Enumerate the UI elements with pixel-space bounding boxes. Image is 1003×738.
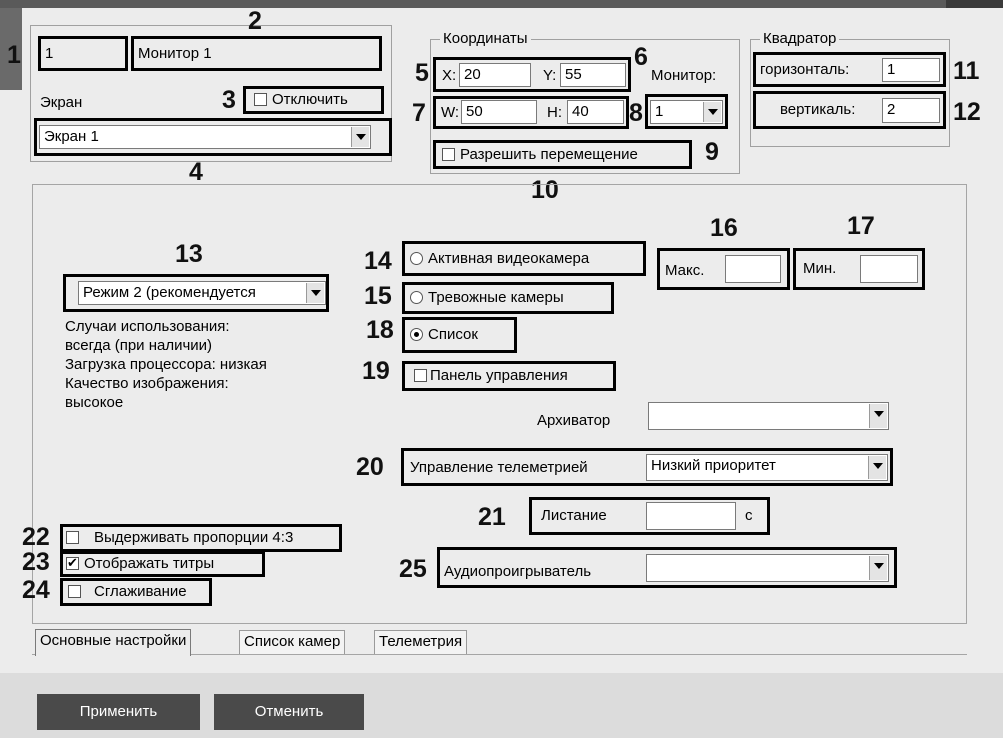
titles-label: Отображать титры bbox=[84, 555, 215, 572]
aspect-label: Выдерживать пропорции 4:3 bbox=[94, 529, 294, 546]
mode-description-line-5: высокое bbox=[65, 394, 124, 411]
h-input[interactable]: 40 bbox=[567, 100, 624, 124]
control-panel-label: Панель управления bbox=[430, 367, 568, 384]
callout-16: 16 bbox=[710, 214, 738, 242]
control-panel-checkbox[interactable] bbox=[414, 369, 427, 382]
h-label: H: bbox=[547, 104, 562, 121]
telemetry-select-value: Низкий приоритет bbox=[651, 457, 776, 474]
chevron-down-icon[interactable] bbox=[703, 102, 721, 122]
callout-25: 25 bbox=[399, 555, 427, 583]
callout-6: 6 bbox=[634, 43, 648, 71]
chevron-down-icon[interactable] bbox=[351, 127, 369, 147]
audio-label: Аудиопроигрыватель bbox=[444, 563, 592, 580]
callout-18: 18 bbox=[366, 316, 394, 344]
list-label: Список bbox=[428, 326, 478, 343]
mode-description-line-1: Случаи использования: bbox=[65, 318, 230, 335]
callout-19: 19 bbox=[362, 357, 390, 385]
min-label: Мин. bbox=[803, 260, 837, 277]
alarm-cameras-radio[interactable] bbox=[410, 291, 423, 304]
w-label: W: bbox=[441, 104, 460, 121]
callout-14: 14 bbox=[364, 247, 392, 275]
chevron-down-icon[interactable] bbox=[869, 404, 887, 428]
callout-2: 2 bbox=[248, 7, 262, 35]
callout-8: 8 bbox=[629, 99, 643, 127]
telemetry-label: Управление телеметрией bbox=[410, 459, 588, 476]
callout-21: 21 bbox=[478, 503, 506, 531]
mode-description-line-2: всегда (при наличии) bbox=[65, 337, 213, 354]
chevron-down-icon[interactable] bbox=[868, 456, 886, 479]
chevron-down-icon[interactable] bbox=[869, 556, 887, 580]
mode-description-line-3: Загрузка процессора: низкая bbox=[65, 356, 267, 373]
window-top-strip bbox=[0, 0, 1003, 8]
y-input[interactable]: 55 bbox=[560, 63, 626, 87]
x-input[interactable]: 20 bbox=[459, 63, 531, 87]
scroll-unit: с bbox=[745, 507, 753, 524]
horizontal-label: горизонталь: bbox=[760, 61, 850, 78]
monitor-number-select[interactable]: 1 bbox=[650, 100, 723, 124]
disable-screen-checkbox[interactable] bbox=[254, 93, 267, 106]
quadrator-legend: Квадратор bbox=[760, 31, 840, 47]
aspect-checkbox[interactable] bbox=[66, 531, 79, 544]
monitor-number-value: 1 bbox=[655, 103, 664, 120]
callout-4: 4 bbox=[189, 158, 203, 186]
cancel-button[interactable]: Отменить bbox=[214, 694, 364, 730]
apply-button[interactable]: Применить bbox=[37, 694, 200, 730]
smoothing-checkbox[interactable] bbox=[68, 585, 81, 598]
callout-22: 22 bbox=[22, 523, 50, 551]
alarm-cameras-label: Тревожные камеры bbox=[428, 289, 564, 306]
callout-9: 9 bbox=[705, 138, 719, 166]
callout-17: 17 bbox=[847, 212, 875, 240]
archiver-select[interactable] bbox=[648, 402, 889, 430]
tab-telemetry[interactable]: Телеметрия bbox=[374, 630, 468, 654]
min-input[interactable] bbox=[860, 255, 918, 283]
screen-select[interactable]: Экран 1 bbox=[39, 125, 371, 149]
w-input[interactable]: 50 bbox=[461, 100, 537, 124]
callout-7: 7 bbox=[412, 99, 426, 127]
callout-1: 1 bbox=[7, 41, 21, 69]
archiver-label: Архиватор bbox=[537, 412, 611, 429]
active-camera-label: Активная видеокамера bbox=[428, 250, 590, 267]
mode-select[interactable]: Режим 2 (рекомендуется bbox=[78, 281, 326, 305]
callout-15: 15 bbox=[364, 282, 392, 310]
horizontal-input[interactable]: 1 bbox=[882, 58, 940, 82]
callout-20: 20 bbox=[356, 453, 384, 481]
scroll-label: Листание bbox=[541, 507, 607, 524]
callout-13: 13 bbox=[175, 240, 203, 268]
y-label: Y: bbox=[543, 67, 557, 84]
x-label: X: bbox=[442, 67, 457, 84]
callout-5: 5 bbox=[415, 59, 429, 87]
screen-label: Экран bbox=[40, 94, 83, 111]
mode-select-value: Режим 2 (рекомендуется bbox=[83, 284, 256, 301]
monitor-name-input[interactable]: Монитор 1 bbox=[138, 45, 212, 63]
vertical-input[interactable]: 2 bbox=[882, 98, 940, 123]
smoothing-label: Сглаживание bbox=[94, 583, 187, 600]
window-corner-buttons bbox=[946, 0, 1003, 8]
disable-screen-label: Отключить bbox=[272, 91, 348, 108]
chevron-down-icon[interactable] bbox=[306, 283, 324, 303]
mode-description-line-4: Качество изображения: bbox=[65, 375, 229, 392]
list-radio[interactable] bbox=[410, 328, 423, 341]
telemetry-select[interactable]: Низкий приоритет bbox=[646, 454, 888, 481]
callout-11: 11 bbox=[953, 57, 980, 85]
tab-main-settings[interactable]: Основные настройки bbox=[35, 629, 192, 656]
max-label: Макс. bbox=[665, 262, 705, 279]
audio-select[interactable] bbox=[646, 554, 889, 582]
allow-move-label: Разрешить перемещение bbox=[460, 146, 638, 163]
active-camera-radio[interactable] bbox=[410, 252, 423, 265]
monitor-id-input[interactable]: 1 bbox=[45, 45, 53, 63]
tab-camera-list[interactable]: Список камер bbox=[239, 630, 346, 654]
allow-move-checkbox[interactable] bbox=[442, 148, 455, 161]
callout-12: 12 bbox=[953, 98, 981, 126]
coordinates-legend: Координаты bbox=[440, 31, 531, 47]
callout-24: 24 bbox=[22, 576, 50, 604]
callout-3: 3 bbox=[222, 86, 236, 114]
monitor-number-label: Монитор: bbox=[651, 67, 717, 84]
scroll-input[interactable] bbox=[646, 502, 736, 530]
callout-23: 23 bbox=[22, 548, 50, 576]
vertical-label: вертикаль: bbox=[780, 101, 856, 118]
screen-select-value: Экран 1 bbox=[44, 128, 99, 145]
max-input[interactable] bbox=[725, 255, 781, 283]
titles-checkbox[interactable] bbox=[66, 554, 79, 572]
